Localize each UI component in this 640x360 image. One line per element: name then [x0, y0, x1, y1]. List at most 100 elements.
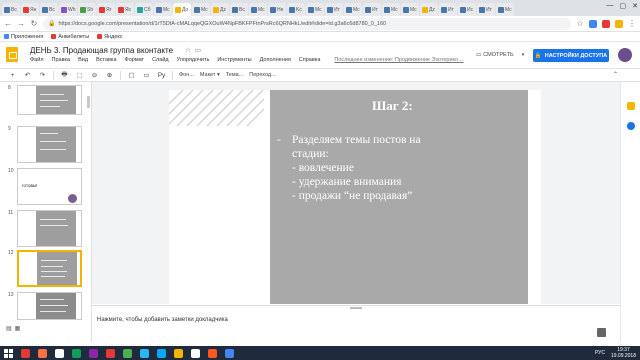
clock[interactable]: 19:37 19.09.2018: [611, 347, 636, 359]
browser-tab[interactable]: Mc: [192, 3, 210, 16]
taskbar-app-icon[interactable]: [123, 348, 132, 358]
filmstrip-scrollbar[interactable]: [87, 96, 90, 108]
bookmark-item[interactable]: Яндекс: [97, 34, 123, 40]
browser-tab[interactable]: Яc: [116, 3, 134, 16]
start-icon[interactable]: [4, 348, 13, 358]
taskbar-app-icon[interactable]: [106, 348, 115, 358]
explore-icon[interactable]: [597, 328, 606, 337]
menu-item[interactable]: Слайд: [152, 57, 169, 63]
slides-logo-icon[interactable]: [6, 47, 18, 62]
toolbar-tool-icon[interactable]: ▢: [127, 71, 136, 79]
slide-thumbnail-8[interactable]: [17, 85, 82, 115]
menu-item[interactable]: Инструменты: [217, 57, 251, 63]
browser-tab[interactable]: Дz: [420, 3, 438, 16]
browser-tab[interactable]: Ян: [21, 3, 39, 16]
toolbar-button[interactable]: Макет ▾: [200, 72, 220, 78]
star-icon[interactable]: ☆: [185, 46, 191, 54]
taskbar-app-icon[interactable]: [191, 348, 200, 358]
taskbar-app-icon[interactable]: [89, 348, 98, 358]
browser-tab[interactable]: Ит: [477, 3, 495, 16]
forward-icon[interactable]: →: [17, 19, 25, 28]
browser-tab[interactable]: He: [268, 3, 286, 16]
toolbar-tool-icon[interactable]: ⬚: [75, 71, 84, 79]
toolbar-button[interactable]: Переход...: [249, 72, 275, 78]
maximize-button[interactable]: ▢: [620, 2, 627, 10]
back-icon[interactable]: ←: [4, 19, 12, 28]
browser-tab[interactable]: Mc: [306, 3, 324, 16]
browser-tab[interactable]: Bc: [40, 3, 58, 16]
browser-tab[interactable]: Яr: [97, 3, 115, 16]
taskbar-app-icon[interactable]: [140, 348, 149, 358]
browser-tab[interactable]: Mc: [154, 3, 172, 16]
present-button[interactable]: ▭ СМОТРЕТЬ: [470, 49, 520, 61]
slide-thumbnail-12[interactable]: [17, 250, 82, 287]
taskbar-app-icon[interactable]: [157, 348, 166, 358]
browser-tab[interactable]: Ит: [439, 3, 457, 16]
extension-icon[interactable]: [602, 19, 610, 28]
filmstrip-view-icon[interactable]: ▤: [6, 325, 12, 332]
last-edit-link[interactable]: Последнее изменение: Продвижение Эзотери…: [334, 57, 463, 63]
url-input[interactable]: 🔒 https://docs.google.com/presentation/d…: [43, 17, 571, 30]
taskbar-app-icon[interactable]: [21, 348, 30, 358]
slide-canvas[interactable]: Шаг 2: - Разделяем темы постов на стадии…: [169, 90, 541, 304]
browser-tab[interactable]: Mc: [249, 3, 267, 16]
present-dropdown[interactable]: ▾: [518, 49, 528, 61]
toolbar-tool-icon[interactable]: ⊕: [105, 71, 114, 79]
browser-tab[interactable]: Sh: [78, 3, 96, 16]
browser-tab[interactable]: Дo: [173, 3, 191, 16]
notes-resize-handle[interactable]: [350, 307, 362, 309]
browser-tab[interactable]: Mc: [382, 3, 400, 16]
share-button[interactable]: 🔒 НАСТРОЙКИ ДОСТУПА: [533, 49, 609, 62]
browser-tab[interactable]: Ит: [363, 3, 381, 16]
keep-icon[interactable]: [627, 102, 635, 110]
slide-thumbnail-9[interactable]: [17, 126, 82, 163]
toolbar-tool-icon[interactable]: ▭: [142, 71, 151, 79]
document-title[interactable]: ДЕНЬ 3. Продающая группа вконтакте: [30, 46, 173, 55]
menu-item[interactable]: Файл: [30, 57, 44, 63]
browser-tab[interactable]: Mc: [401, 3, 419, 16]
menu-kebab-icon[interactable]: ⋮: [628, 19, 636, 28]
taskbar-app-icon[interactable]: [225, 348, 234, 358]
reload-icon[interactable]: ↻: [30, 19, 38, 28]
text-tool-icon[interactable]: Ру: [157, 72, 166, 79]
star-icon[interactable]: ☆: [576, 19, 584, 28]
browser-tab[interactable]: Mc: [344, 3, 362, 16]
browser-tab[interactable]: Сб: [135, 3, 153, 16]
toolbar-tool-icon[interactable]: ↶: [23, 71, 32, 79]
slide-thumbnail-11[interactable]: [17, 210, 82, 247]
minimize-button[interactable]: —: [607, 2, 614, 10]
browser-tab[interactable]: Дz: [211, 3, 229, 16]
menu-item[interactable]: Упорядочить: [177, 57, 210, 63]
tasks-icon[interactable]: [627, 122, 635, 130]
close-window-button[interactable]: ✕: [632, 2, 638, 10]
toolbar-button[interactable]: Тема...: [226, 72, 244, 78]
slide-body[interactable]: - Разделяем темы постов на стадии: - вов…: [277, 133, 421, 203]
language-indicator[interactable]: РУС: [595, 350, 605, 356]
collapse-icon[interactable]: ⌃: [613, 71, 618, 78]
extension-icon[interactable]: [589, 19, 597, 28]
toolbar-tool-icon[interactable]: +: [8, 72, 17, 79]
menu-item[interactable]: Формат: [125, 57, 145, 63]
browser-tab[interactable]: Mc: [496, 3, 514, 16]
toolbar-button[interactable]: Фон...: [179, 72, 194, 78]
taskbar-app-icon[interactable]: [38, 348, 47, 358]
browser-tab[interactable]: Kc: [287, 3, 305, 16]
extension-icon[interactable]: [615, 19, 623, 28]
speaker-notes[interactable]: Нажмите, чтобы добавить заметки докладчи…: [92, 305, 620, 342]
slide-thumbnail-10[interactable]: готовы!: [17, 168, 82, 205]
menu-item[interactable]: Дополнения: [260, 57, 291, 63]
menu-item[interactable]: Вид: [78, 57, 88, 63]
menu-item[interactable]: Правка: [52, 57, 71, 63]
taskbar-app-icon[interactable]: [55, 348, 64, 358]
bookmark-item[interactable]: Анкибилеты: [51, 34, 89, 40]
avatar[interactable]: [618, 48, 632, 62]
toolbar-tool-icon[interactable]: 🖶: [60, 70, 69, 81]
browser-tab[interactable]: Wh: [59, 3, 77, 16]
menu-item[interactable]: Вставка: [96, 57, 116, 63]
slide-thumbnail-13[interactable]: [17, 292, 82, 320]
folder-icon[interactable]: ▭: [195, 46, 201, 54]
taskbar-app-icon[interactable]: [72, 348, 81, 358]
toolbar-tool-icon[interactable]: ↷: [38, 71, 47, 79]
taskbar-app-icon[interactable]: [208, 348, 217, 358]
browser-tab[interactable]: Ит: [325, 3, 343, 16]
